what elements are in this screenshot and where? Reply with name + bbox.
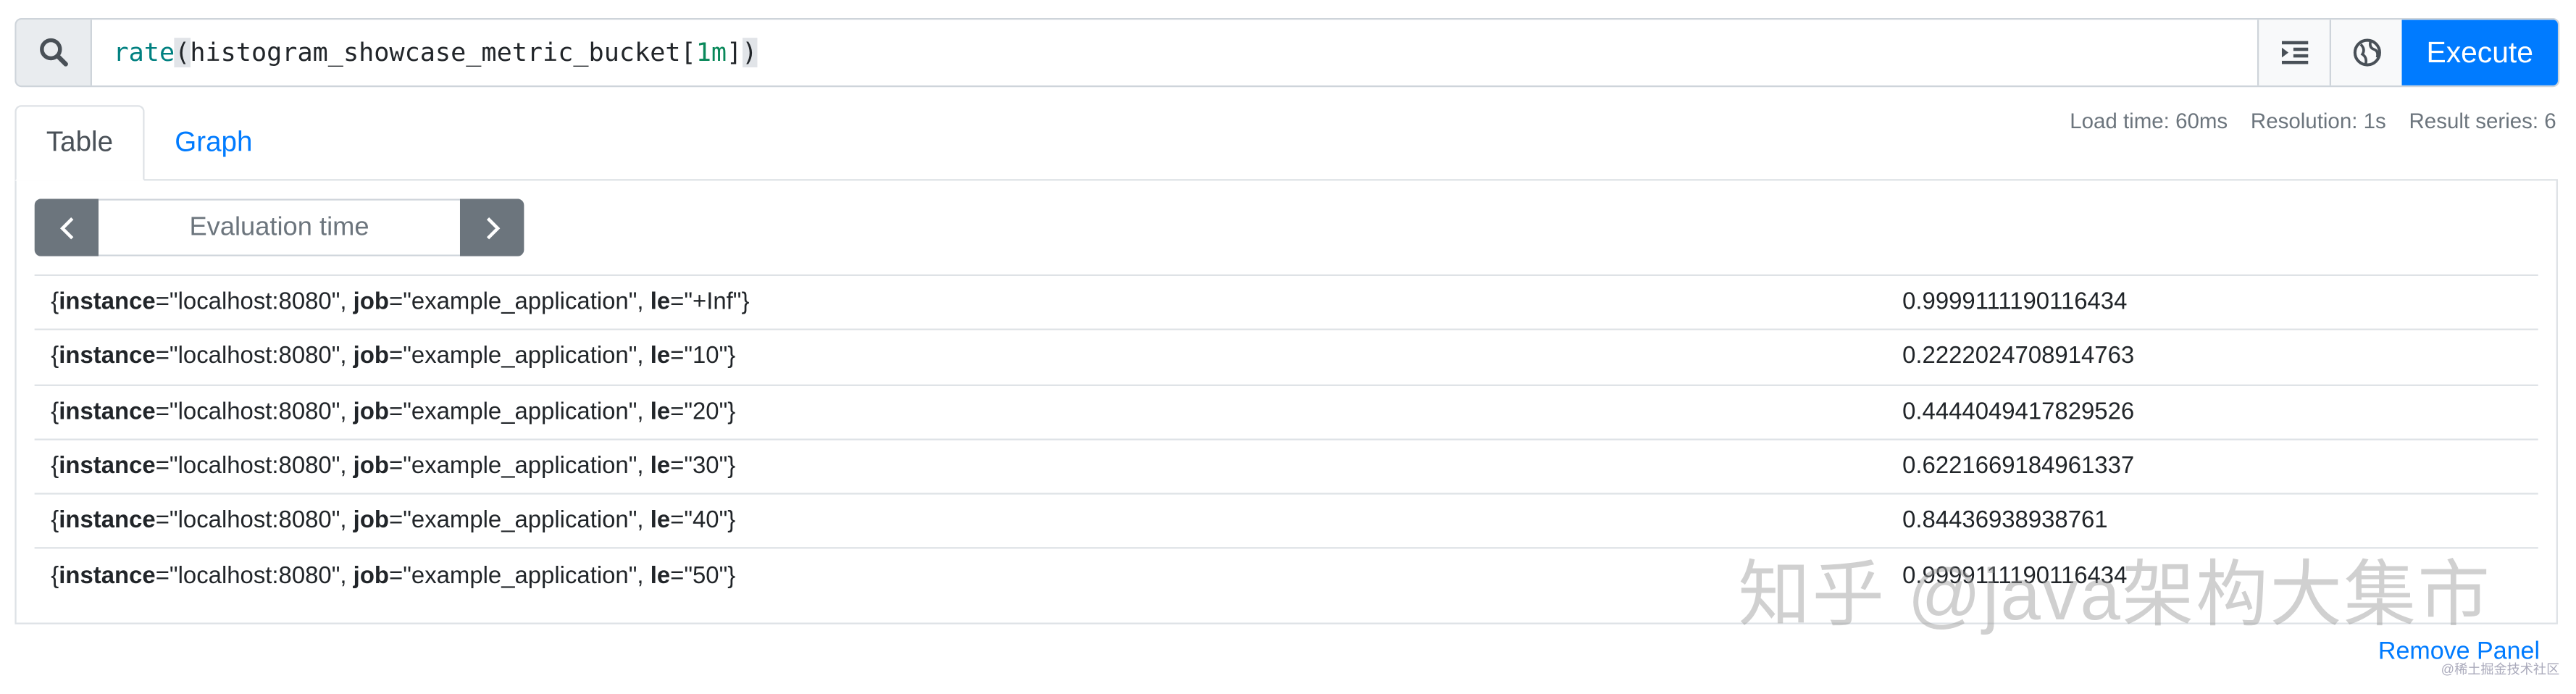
series-value: 0.84436938938761 [1902, 508, 2108, 535]
query-close-paren: ) [742, 38, 758, 67]
label-name: le [650, 508, 671, 535]
table-row: {instance="localhost:8080", job="example… [34, 329, 2538, 384]
label-name: job [353, 508, 390, 535]
search-icon[interactable] [16, 20, 92, 85]
label-value: example_application [411, 398, 629, 425]
label-name: le [650, 453, 671, 480]
query-close-bracket: ] [727, 38, 743, 67]
query-bar: rate(histogram_showcase_metric_bucket[1m… [14, 17, 2560, 88]
query-open-paren: ( [175, 38, 191, 67]
label-name: job [353, 343, 390, 371]
label-name: job [353, 398, 390, 425]
label-value: example_application [411, 343, 629, 371]
label-name: le [650, 343, 671, 371]
label-value: 30 [693, 453, 719, 480]
evaluation-time-input[interactable]: Evaluation time [99, 198, 460, 256]
label-value: localhost:8080 [177, 563, 332, 590]
label-value: 50 [693, 563, 719, 590]
series-value: 0.2222024708914763 [1902, 343, 2135, 371]
tab-table[interactable]: Table [14, 105, 145, 181]
label-name: instance [59, 398, 156, 425]
query-range: 1m [695, 38, 727, 67]
series-labels: {instance="localhost:8080", job="example… [51, 343, 736, 371]
label-name: instance [59, 563, 156, 590]
table-row: {instance="localhost:8080", job="example… [34, 383, 2538, 439]
label-value: localhost:8080 [177, 289, 332, 316]
label-value: localhost:8080 [177, 398, 332, 425]
tab-graph[interactable]: Graph [148, 105, 279, 180]
label-name: job [353, 289, 390, 316]
label-value: example_application [411, 453, 629, 480]
label-value: 40 [693, 508, 719, 535]
evaluation-time-group: Evaluation time [34, 198, 524, 256]
execute-button[interactable]: Execute [2401, 20, 2558, 85]
series-labels: {instance="localhost:8080", job="example… [51, 453, 736, 480]
series-value: 0.4444049417829526 [1902, 398, 2135, 425]
result-series: Result series: 6 [2409, 108, 2556, 133]
series-labels: {instance="localhost:8080", job="example… [51, 508, 736, 535]
series-labels: {instance="localhost:8080", job="example… [51, 289, 750, 316]
label-value: 20 [693, 398, 719, 425]
resolution: Resolution: 1s [2250, 108, 2386, 133]
chevron-right-icon[interactable] [459, 198, 524, 256]
series-labels: {instance="localhost:8080", job="example… [51, 398, 736, 425]
label-name: job [353, 453, 390, 480]
load-time: Load time: 60ms [2070, 108, 2228, 133]
query-function: rate [113, 38, 175, 67]
label-value: localhost:8080 [177, 453, 332, 480]
label-name: instance [59, 508, 156, 535]
label-name: le [650, 398, 671, 425]
globe-icon[interactable] [2329, 20, 2402, 85]
series-value: 0.9999111190116434 [1902, 289, 2128, 316]
label-name: le [650, 563, 671, 590]
label-value: localhost:8080 [177, 508, 332, 535]
watermark-small: @稀土掘金技术社区 [2441, 661, 2560, 677]
indent-icon[interactable] [2257, 20, 2330, 85]
label-value: 10 [693, 343, 719, 371]
table-row: {instance="localhost:8080", job="example… [34, 438, 2538, 493]
expression-input[interactable]: rate(histogram_showcase_metric_bucket[1m… [91, 20, 2257, 85]
label-value: +Inf [693, 289, 733, 316]
table-row: {instance="localhost:8080", job="example… [34, 274, 2538, 330]
query-stats: Load time: 60ms Resolution: 1s Result se… [2070, 109, 2556, 133]
label-name: instance [59, 289, 156, 316]
label-name: instance [59, 343, 156, 371]
series-labels: {instance="localhost:8080", job="example… [51, 563, 736, 590]
series-value: 0.6221669184961337 [1902, 453, 2135, 480]
label-value: example_application [411, 563, 629, 590]
label-value: example_application [411, 508, 629, 535]
chevron-left-icon[interactable] [34, 198, 99, 256]
label-name: job [353, 563, 390, 590]
query-metric: histogram_showcase_metric_bucket[ [190, 38, 696, 67]
watermark: 知乎 @java架构大集市 [1738, 555, 2492, 636]
label-name: le [650, 289, 671, 316]
label-name: instance [59, 453, 156, 480]
label-value: example_application [411, 289, 629, 316]
label-value: localhost:8080 [177, 343, 332, 371]
